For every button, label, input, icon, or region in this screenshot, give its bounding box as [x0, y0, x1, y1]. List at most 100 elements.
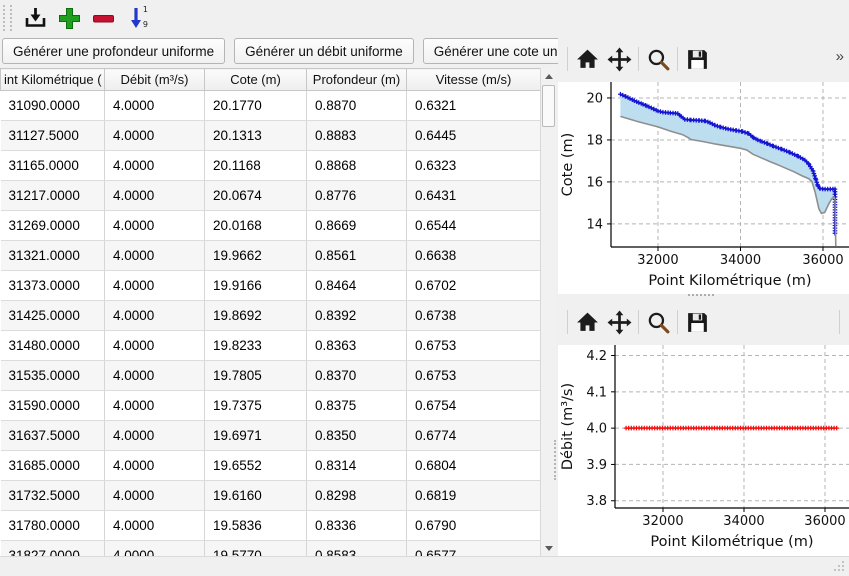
table-cell[interactable]: 0.6819 [407, 481, 541, 511]
table-row[interactable]: 31127.50004.000020.13130.88830.6445 [1, 121, 541, 151]
table-cell[interactable]: 31127.5000 [1, 121, 105, 151]
table-cell[interactable]: 31480.0000 [1, 331, 105, 361]
table-cell[interactable]: 0.6431 [407, 181, 541, 211]
table-cell[interactable]: 20.1313 [205, 121, 307, 151]
table-cell[interactable]: 31827.0000 [1, 541, 105, 557]
scrollbar-thumb[interactable] [542, 85, 555, 127]
column-header-3[interactable]: Profondeur (m) [307, 69, 407, 91]
column-header-2[interactable]: Cote (m) [205, 69, 307, 91]
table-cell[interactable]: 19.8692 [205, 301, 307, 331]
table-cell[interactable]: 4.0000 [105, 541, 205, 557]
table-cell[interactable]: 0.6774 [407, 421, 541, 451]
column-header-0[interactable]: int Kilométrique ( [1, 69, 105, 91]
toolbar-overflow-chevron[interactable]: » [836, 48, 844, 65]
table-cell[interactable]: 0.8870 [307, 91, 407, 121]
table-cell[interactable]: 0.6738 [407, 301, 541, 331]
resize-grip[interactable] [842, 569, 844, 571]
table-cell[interactable]: 4.0000 [105, 301, 205, 331]
table-row[interactable]: 31217.00004.000020.06740.87760.6431 [1, 181, 541, 211]
cote-profile-chart[interactable]: 32000340003600014161820Point Kilométriqu… [558, 82, 849, 294]
table-cell[interactable]: 0.8583 [307, 541, 407, 557]
import-button[interactable] [18, 2, 52, 34]
table-row[interactable]: 31480.00004.000019.82330.83630.6753 [1, 331, 541, 361]
debit-profile-chart[interactable]: 3200034000360003.83.94.04.14.2Point Kilo… [558, 345, 849, 557]
table-cell[interactable]: 4.0000 [105, 331, 205, 361]
table-cell[interactable]: 0.8776 [307, 181, 407, 211]
column-header-1[interactable]: Débit (m³/s) [105, 69, 205, 91]
table-cell[interactable]: 0.6445 [407, 121, 541, 151]
table-row[interactable]: 31165.00004.000020.11680.88680.6323 [1, 151, 541, 181]
table-cell[interactable]: 0.6804 [407, 451, 541, 481]
table-row[interactable]: 31637.50004.000019.69710.83500.6774 [1, 421, 541, 451]
table-row[interactable]: 31780.00004.000019.58360.83360.6790 [1, 511, 541, 541]
table-cell[interactable]: 19.9662 [205, 241, 307, 271]
table-cell[interactable]: 4.0000 [105, 181, 205, 211]
zoom-button[interactable] [642, 43, 674, 75]
table-cell[interactable]: 0.8392 [307, 301, 407, 331]
pan-button[interactable] [603, 306, 635, 338]
table-cell[interactable]: 19.5770 [205, 541, 307, 557]
table-row[interactable]: 31732.50004.000019.61600.82980.6819 [1, 481, 541, 511]
table-cell[interactable]: 0.6321 [407, 91, 541, 121]
table-cell[interactable]: 0.8336 [307, 511, 407, 541]
table-cell[interactable]: 4.0000 [105, 121, 205, 151]
horizontal-splitter[interactable] [688, 294, 714, 300]
table-cell[interactable]: 4.0000 [105, 271, 205, 301]
table-cell[interactable]: 31269.0000 [1, 211, 105, 241]
table-cell[interactable]: 19.9166 [205, 271, 307, 301]
table-cell[interactable]: 0.8298 [307, 481, 407, 511]
zoom-button[interactable] [642, 306, 674, 338]
table-cell[interactable]: 20.0168 [205, 211, 307, 241]
table-row[interactable]: 31590.00004.000019.73750.83750.6754 [1, 391, 541, 421]
table-cell[interactable]: 0.6754 [407, 391, 541, 421]
table-cell[interactable]: 31590.0000 [1, 391, 105, 421]
toolbar-drag-handle[interactable] [3, 5, 12, 31]
save-button[interactable] [681, 43, 713, 75]
table-cell[interactable]: 4.0000 [105, 421, 205, 451]
table-cell[interactable]: 31321.0000 [1, 241, 105, 271]
table-cell[interactable]: 31637.5000 [1, 421, 105, 451]
table-row[interactable]: 31827.00004.000019.57700.85830.6577 [1, 541, 541, 557]
table-cell[interactable]: 19.7375 [205, 391, 307, 421]
table-cell[interactable]: 0.6753 [407, 331, 541, 361]
table-row[interactable]: 31685.00004.000019.65520.83140.6804 [1, 451, 541, 481]
table-cell[interactable]: 4.0000 [105, 391, 205, 421]
table-cell[interactable]: 19.8233 [205, 331, 307, 361]
table-row[interactable]: 31269.00004.000020.01680.86690.6544 [1, 211, 541, 241]
save-button[interactable] [681, 306, 713, 338]
table-cell[interactable]: 20.1168 [205, 151, 307, 181]
table-cell[interactable]: 0.6638 [407, 241, 541, 271]
table-cell[interactable]: 19.6971 [205, 421, 307, 451]
remove-row-button[interactable] [86, 2, 120, 34]
table-cell[interactable]: 4.0000 [105, 241, 205, 271]
generate-uniform-discharge-button[interactable]: Générer un débit uniforme [234, 38, 414, 64]
table-cell[interactable]: 0.6790 [407, 511, 541, 541]
table-row[interactable]: 31321.00004.000019.96620.85610.6638 [1, 241, 541, 271]
table-cell[interactable]: 31780.0000 [1, 511, 105, 541]
scroll-up-button[interactable] [541, 68, 556, 84]
home-button[interactable] [571, 43, 603, 75]
table-cell[interactable]: 0.6577 [407, 541, 541, 557]
generate-uniform-depth-button[interactable]: Générer une profondeur uniforme [2, 38, 225, 64]
table-cell[interactable]: 4.0000 [105, 511, 205, 541]
table-row[interactable]: 31425.00004.000019.86920.83920.6738 [1, 301, 541, 331]
table-cell[interactable]: 31373.0000 [1, 271, 105, 301]
table-cell[interactable]: 0.6753 [407, 361, 541, 391]
home-button[interactable] [571, 306, 603, 338]
scroll-down-button[interactable] [541, 540, 556, 556]
table-cell[interactable]: 0.8314 [307, 451, 407, 481]
table-cell[interactable]: 4.0000 [105, 91, 205, 121]
table-cell[interactable]: 4.0000 [105, 361, 205, 391]
table-cell[interactable]: 0.8561 [307, 241, 407, 271]
table-row[interactable]: 31373.00004.000019.91660.84640.6702 [1, 271, 541, 301]
table-cell[interactable]: 0.6323 [407, 151, 541, 181]
table-cell[interactable]: 0.8370 [307, 361, 407, 391]
table-cell[interactable]: 31425.0000 [1, 301, 105, 331]
table-cell[interactable]: 4.0000 [105, 151, 205, 181]
table-cell[interactable]: 0.8464 [307, 271, 407, 301]
table-cell[interactable]: 0.8669 [307, 211, 407, 241]
table-cell[interactable]: 19.6160 [205, 481, 307, 511]
table-cell[interactable]: 19.5836 [205, 511, 307, 541]
table-cell[interactable]: 0.8868 [307, 151, 407, 181]
sort-rows-button[interactable]: 1 9 [120, 2, 154, 34]
